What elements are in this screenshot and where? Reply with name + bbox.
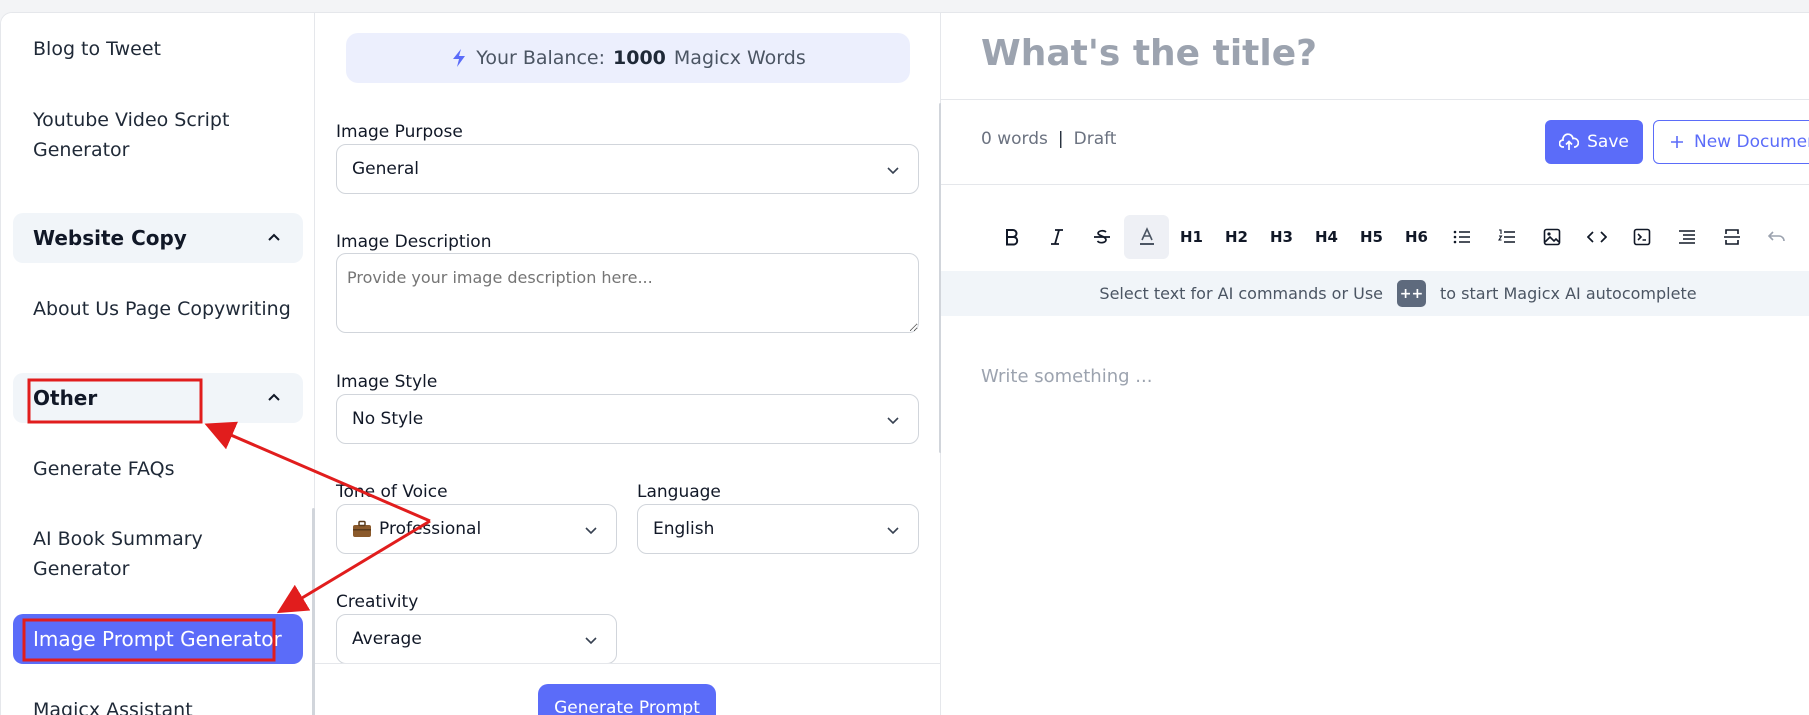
heading-4-button[interactable]: H4 <box>1304 215 1349 259</box>
chevron-up-icon <box>268 393 280 401</box>
document-status: Draft <box>1073 129 1117 149</box>
sidebar-item-label: Image Prompt Generator <box>33 627 282 651</box>
briefcase-icon <box>353 520 371 537</box>
new-document-label: New Document <box>1694 132 1809 152</box>
new-document-button[interactable]: New Document <box>1653 120 1809 164</box>
window-top-strip <box>0 0 1809 12</box>
ordered-list-icon[interactable] <box>1484 215 1529 259</box>
balance-suffix: Magicx Words <box>673 47 806 69</box>
generate-prompt-button[interactable]: Generate Prompt <box>538 684 716 715</box>
creativity-label: Creativity <box>336 592 419 612</box>
image-purpose-select[interactable]: General <box>336 144 919 194</box>
language-select[interactable]: English <box>637 504 919 554</box>
heading-3-button[interactable]: H3 <box>1259 215 1304 259</box>
heading-1-button[interactable]: H1 <box>1169 215 1214 259</box>
italic-icon[interactable] <box>1034 215 1079 259</box>
select-value: No Style <box>352 409 424 429</box>
chevron-up-icon <box>268 233 280 241</box>
select-value: General <box>352 159 419 179</box>
image-icon[interactable] <box>1529 215 1574 259</box>
cloud-upload-icon <box>1559 133 1580 150</box>
form-footer-divider <box>315 663 941 664</box>
save-label: Save <box>1587 132 1629 152</box>
sidebar-group-website-copy[interactable]: Website Copy <box>13 213 303 263</box>
tone-of-voice-label: Tone of Voice <box>336 482 448 502</box>
sidebar-item-youtube-script-line2[interactable]: Generator <box>33 135 129 165</box>
image-purpose-label: Image Purpose <box>336 122 463 142</box>
editor-panel: What's the title? 0 words | Draft Save N… <box>941 13 1809 715</box>
sidebar-group-other[interactable]: Other <box>13 373 303 423</box>
hint-text-before: Select text for AI commands or Use <box>1099 284 1383 303</box>
editor-body-input[interactable]: Write something ... <box>981 366 1152 387</box>
chevron-down-icon <box>887 527 899 535</box>
chevron-down-icon <box>585 527 597 535</box>
form-panel: Your Balance: 1000 Magicx Words Image Purp… <box>315 13 942 715</box>
editor-toolbar: H1 H2 H3 H4 H5 H6 <box>989 215 1809 259</box>
app-frame: Blog to Tweet Youtube Video Script Gener… <box>0 12 1809 715</box>
sidebar-item-book-summary-line2[interactable]: Generator <box>33 554 129 584</box>
plus-icon <box>1671 136 1683 148</box>
image-description-input[interactable] <box>336 253 919 333</box>
chevron-down-icon <box>585 637 597 645</box>
sidebar-item-magicx-assistant[interactable]: Magicx Assistant <box>33 695 193 715</box>
document-meta: 0 words | Draft <box>981 129 1116 149</box>
divider <box>941 184 1809 185</box>
code-block-icon[interactable] <box>1619 215 1664 259</box>
word-count: 0 words <box>981 129 1048 149</box>
save-button[interactable]: Save <box>1545 120 1643 164</box>
document-title-input[interactable]: What's the title? <box>981 29 1317 79</box>
image-style-label: Image Style <box>336 372 438 392</box>
tone-of-voice-select[interactable]: Professional <box>336 504 617 554</box>
bullet-list-icon[interactable] <box>1439 215 1484 259</box>
select-value: Average <box>352 629 422 649</box>
image-style-select[interactable]: No Style <box>336 394 919 444</box>
sidebar-item-book-summary[interactable]: AI Book Summary <box>33 524 203 554</box>
sidebar: Blog to Tweet Youtube Video Script Gener… <box>1 13 315 715</box>
sidebar-item-youtube-script[interactable]: Youtube Video Script <box>33 105 229 135</box>
text-color-icon[interactable] <box>1124 215 1169 259</box>
select-value: Professional <box>379 519 482 539</box>
sidebar-item-about-us[interactable]: About Us Page Copywriting <box>33 294 291 324</box>
chevron-down-icon <box>887 417 899 425</box>
language-label: Language <box>637 482 721 502</box>
page-break-icon[interactable] <box>1709 215 1754 259</box>
image-description-label: Image Description <box>336 232 492 252</box>
heading-6-button[interactable]: H6 <box>1394 215 1439 259</box>
bold-icon[interactable] <box>989 215 1034 259</box>
select-value: English <box>653 519 715 539</box>
balance-value: 1000 <box>613 47 666 69</box>
balance-banner: Your Balance: 1000 Magicx Words <box>346 33 910 83</box>
chevron-down-icon <box>887 167 899 175</box>
sidebar-item-generate-faqs[interactable]: Generate FAQs <box>33 454 174 484</box>
sidebar-group-label: Website Copy <box>33 226 187 250</box>
redo-icon[interactable] <box>1799 215 1809 259</box>
undo-icon[interactable] <box>1754 215 1799 259</box>
meta-separator: | <box>1057 129 1064 149</box>
indent-icon[interactable] <box>1664 215 1709 259</box>
creativity-select[interactable]: Average <box>336 614 617 664</box>
heading-5-button[interactable]: H5 <box>1349 215 1394 259</box>
lightning-icon <box>453 49 466 67</box>
code-icon[interactable] <box>1574 215 1619 259</box>
ai-hint-bar: Select text for AI commands or Use ++ to… <box>941 271 1809 316</box>
balance-prefix: Your Balance: <box>476 47 606 69</box>
sidebar-item-image-prompt-generator[interactable]: Image Prompt Generator <box>13 614 303 664</box>
sidebar-item-blog-to-tweet[interactable]: Blog to Tweet <box>33 34 161 64</box>
divider <box>941 99 1809 100</box>
autocomplete-shortcut-badge: ++ <box>1397 280 1426 307</box>
hint-text-after: to start Magicx AI autocomplete <box>1440 284 1697 303</box>
heading-2-button[interactable]: H2 <box>1214 215 1259 259</box>
strikethrough-icon[interactable] <box>1079 215 1124 259</box>
sidebar-group-label: Other <box>33 386 98 410</box>
